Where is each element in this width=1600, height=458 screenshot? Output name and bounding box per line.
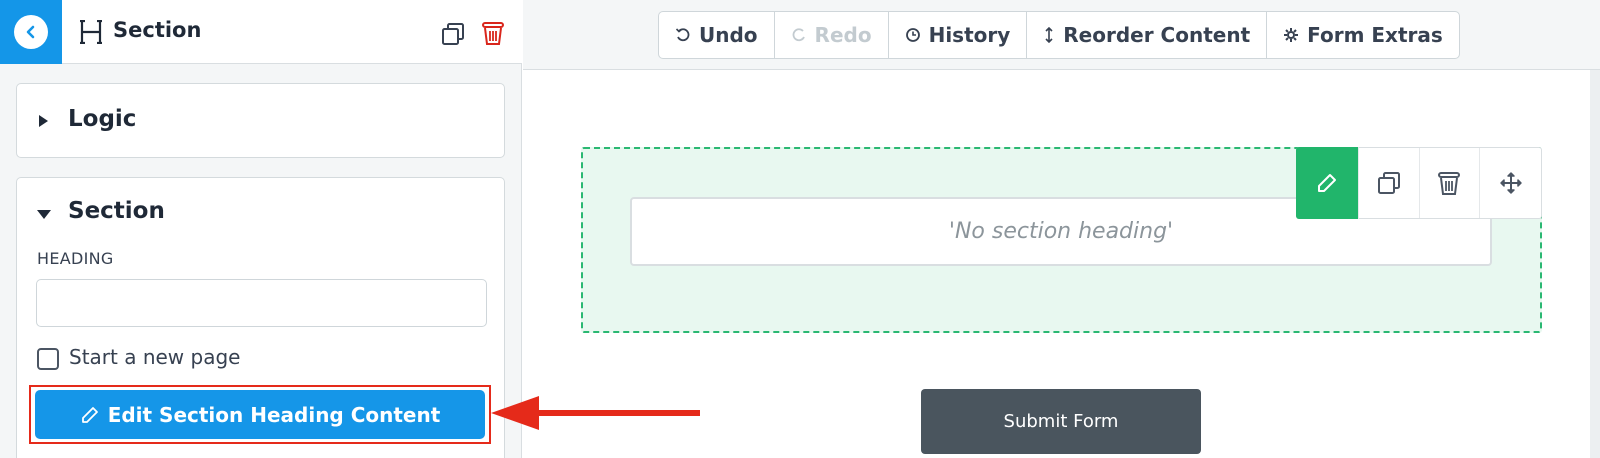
pencil-icon xyxy=(1317,174,1336,192)
builder-toolbar: Undo Redo History Reorder Content Form E… xyxy=(658,11,1460,59)
logic-panel[interactable]: Logic xyxy=(16,83,505,158)
logic-panel-title: Logic xyxy=(68,106,137,132)
canvas-scrollbar[interactable] xyxy=(1590,70,1600,458)
form-builder: Section Logic Section HEADING Start a ne… xyxy=(0,0,1600,458)
clock-icon xyxy=(905,28,920,42)
form-extras-label: Form Extras xyxy=(1307,23,1443,47)
pencil-icon xyxy=(81,406,98,423)
sidebar-header: Section xyxy=(0,0,522,64)
edit-section-heading-label: Edit Section Heading Content xyxy=(107,402,441,427)
submit-form-button[interactable]: Submit Form xyxy=(921,389,1201,454)
edit-element-button[interactable] xyxy=(1296,147,1359,219)
reorder-label: Reorder Content xyxy=(1063,23,1251,47)
heading-label: HEADING xyxy=(37,249,114,268)
reorder-content-button[interactable]: Reorder Content xyxy=(1027,12,1268,58)
duplicate-icon[interactable] xyxy=(441,22,465,46)
new-page-checkbox[interactable] xyxy=(37,348,59,370)
caret-right-icon xyxy=(39,115,48,127)
new-page-label[interactable]: Start a new page xyxy=(69,345,240,369)
move-element-button[interactable] xyxy=(1480,148,1541,218)
redo-label: Redo xyxy=(814,23,872,47)
redo-icon xyxy=(792,28,805,42)
duplicate-icon xyxy=(1377,172,1400,194)
history-label: History xyxy=(928,23,1011,47)
undo-button[interactable]: Undo xyxy=(659,12,775,58)
back-button[interactable] xyxy=(0,0,62,64)
reorder-icon xyxy=(1045,27,1053,43)
caret-down-icon[interactable] xyxy=(37,210,51,219)
duplicate-element-button[interactable] xyxy=(1359,148,1420,218)
undo-label: Undo xyxy=(699,23,758,47)
annotation-arrow-icon xyxy=(491,396,539,430)
edit-section-heading-button[interactable]: Edit Section Heading Content xyxy=(35,390,485,439)
delete-element-button[interactable] xyxy=(1420,148,1481,218)
heading-input[interactable] xyxy=(36,279,487,327)
history-button[interactable]: History xyxy=(889,12,1028,58)
redo-button[interactable]: Redo xyxy=(775,12,889,58)
annotation-arrow-shaft xyxy=(536,410,700,416)
chevron-left-icon xyxy=(14,15,48,49)
element-toolbar xyxy=(1296,147,1542,219)
undo-icon xyxy=(675,28,690,42)
trash-icon xyxy=(1438,172,1461,195)
gear-icon xyxy=(1284,28,1299,42)
section-panel-title[interactable]: Section xyxy=(68,198,165,224)
heading-icon xyxy=(80,20,102,44)
sidebar-title: Section xyxy=(113,18,202,42)
move-icon xyxy=(1499,172,1522,194)
form-extras-button[interactable]: Form Extras xyxy=(1267,12,1459,58)
trash-icon[interactable] xyxy=(481,20,505,46)
